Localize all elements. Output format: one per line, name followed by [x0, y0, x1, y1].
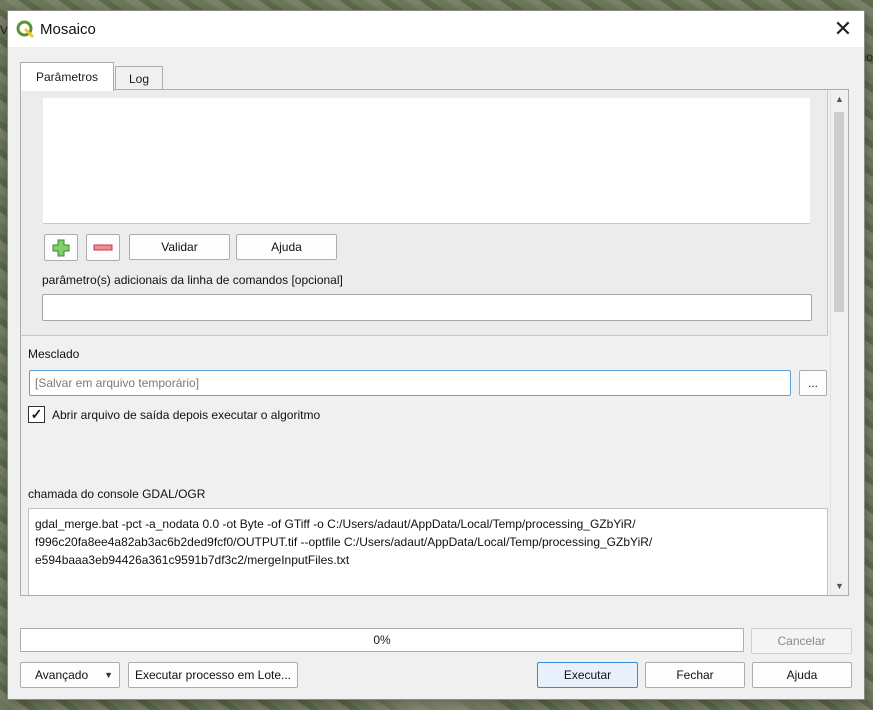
console-label: chamada do console GDAL/OGR [28, 487, 206, 501]
advanced-label: Avançado [35, 668, 89, 682]
input-help-button[interactable]: Ajuda [236, 234, 337, 260]
scroll-up-icon[interactable]: ▲ [835, 94, 844, 104]
minus-icon [93, 244, 113, 251]
scroll-down-icon[interactable]: ▼ [835, 581, 844, 591]
tab-parametros[interactable]: Parâmetros [20, 62, 114, 91]
add-input-button[interactable] [44, 234, 78, 261]
output-file-input[interactable]: [Salvar em arquivo temporário] [29, 370, 791, 396]
console-line: f996c20fa8ee4a82ab3ac6b2ded9fcf0/OUTPUT.… [35, 535, 653, 549]
extra-params-input[interactable] [42, 294, 812, 321]
qgis-logo-icon [16, 20, 34, 38]
console-command-box[interactable]: gdal_merge.bat -pct -a_nodata 0.0 -ot By… [28, 508, 828, 595]
advanced-button[interactable]: Avançado ▼ [20, 662, 120, 688]
open-output-checkbox[interactable]: ✓ [28, 406, 45, 423]
extra-params-label: parâmetro(s) adicionais da linha de coma… [42, 273, 343, 287]
close-icon[interactable]: ✕ [828, 15, 858, 43]
open-output-label: Abrir arquivo de saída depois executar o… [52, 408, 321, 422]
progress-text: 0% [373, 633, 391, 647]
input-layers-group: Validar Ajuda parâmetro(s) adicionais da… [21, 90, 828, 336]
close-button[interactable]: Fechar [645, 662, 745, 688]
window-title: Mosaico [40, 21, 96, 38]
help-button[interactable]: Ajuda [752, 662, 852, 688]
panel-scrollbar[interactable]: ▲ ▼ [830, 90, 847, 595]
remove-input-button[interactable] [86, 234, 120, 261]
parameters-panel: Validar Ajuda parâmetro(s) adicionais da… [20, 89, 849, 596]
mosaic-dialog: Mosaico ✕ Parâmetros Log Validar Ajuda p… [7, 10, 865, 700]
batch-run-button[interactable]: Executar processo em Lote... [128, 662, 298, 688]
cancel-button[interactable]: Cancelar [751, 628, 852, 654]
checkmark-icon: ✓ [30, 406, 43, 422]
output-label: Mesclado [28, 347, 80, 361]
browse-output-button[interactable]: ... [799, 370, 827, 396]
console-line: e594baaa3eb94426a361c9591b7df3c2/mergeIn… [35, 553, 350, 567]
scrollbar-thumb[interactable] [834, 112, 844, 312]
validate-button[interactable]: Validar [129, 234, 230, 260]
tab-log[interactable]: Log [115, 66, 163, 90]
input-layers-list[interactable] [43, 98, 810, 224]
run-button[interactable]: Executar [537, 662, 638, 688]
title-bar: Mosaico ✕ [8, 11, 864, 47]
console-line: gdal_merge.bat -pct -a_nodata 0.0 -ot By… [35, 517, 636, 531]
plus-icon [52, 239, 70, 257]
chevron-down-icon: ▼ [104, 670, 113, 680]
progress-bar: 0% [20, 628, 744, 652]
